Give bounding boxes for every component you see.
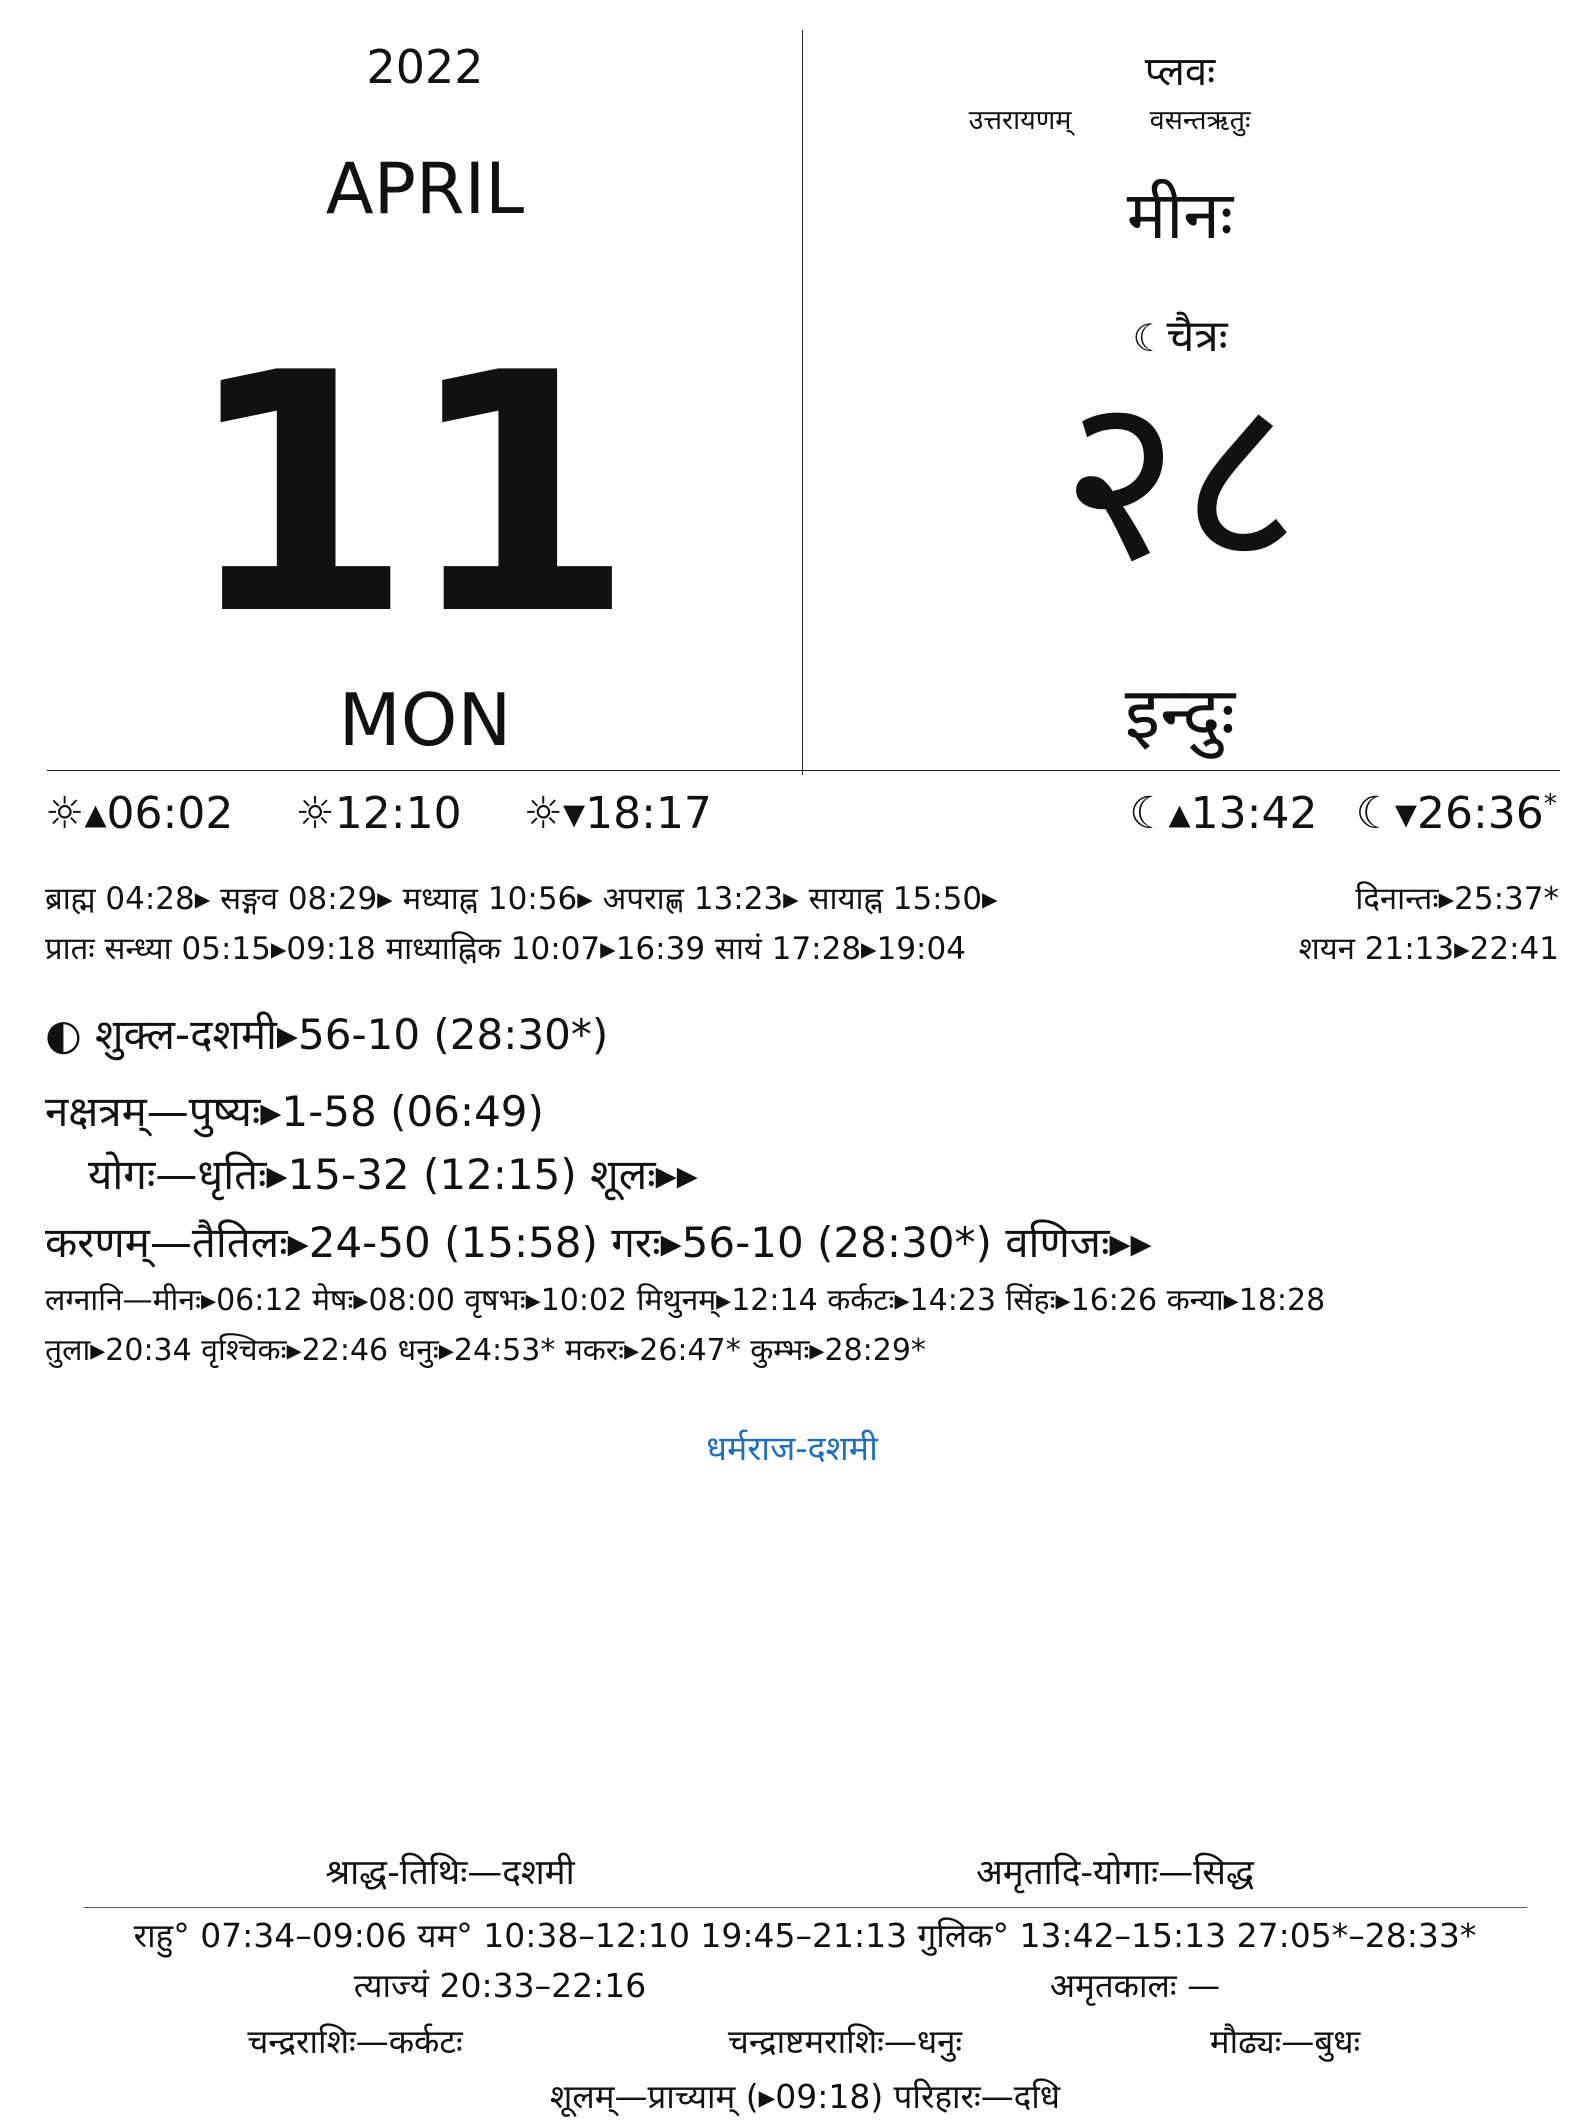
lagna-line-2: तुला▸20:34 वृश्चिकः▸22:46 धनुः▸24:53* मक… xyxy=(45,1333,926,1368)
gregorian-month: APRIL xyxy=(325,148,525,230)
vara: इन्दुः xyxy=(1124,671,1236,755)
gregorian-day: 11 xyxy=(183,303,634,687)
next-day-mark: * xyxy=(1543,788,1557,820)
ayana: उत्तरायणम् xyxy=(968,105,1072,136)
shulam: शूलम्—प्राच्याम् (▸09:18) परिहारः—दधि xyxy=(549,2077,1061,2116)
nakshatra-line: नक्षत्रम्—पुष्यः▸1-58 (06:49) xyxy=(45,1087,544,1136)
amritakala: अमृतकालः — xyxy=(1049,1966,1221,2005)
sandhya-times: प्रातः सन्ध्या 05:15▸09:18 माध्याह्निक 1… xyxy=(45,931,966,967)
yoga-line: योगः—धृतिः▸15-32 (12:15) शूलः▸▸ xyxy=(88,1150,698,1199)
dinanta-time: दिनान्तः▸25:37* xyxy=(1355,881,1559,917)
day-divisions: ब्राह्म 04:28▸ सङ्गव 08:29▸ मध्याह्न 10:… xyxy=(45,881,998,917)
samvatsara: प्लवः xyxy=(1144,49,1216,95)
solar-day-number: २८ xyxy=(1060,346,1300,613)
solar-noon-time: ☼12:10 xyxy=(295,788,462,839)
sunset-time: ☼▾18:17 xyxy=(523,788,712,839)
gregorian-year: 2022 xyxy=(366,40,484,94)
festival-link[interactable]: धर्मराज-दशमी xyxy=(706,1424,878,1470)
moonset-value: ☾▾26:36 xyxy=(1355,788,1544,839)
maudhya: मौढ्यः—बुधः xyxy=(1209,2022,1361,2061)
rahu-yama-gulika: राहु° 07:34–09:06 यम° 10:38–12:10 19:45–… xyxy=(133,1916,1477,1955)
tithi-line: ◐ शुक्ल-दशमी▸56-10 (28:30*) xyxy=(45,1010,609,1059)
footer-divider xyxy=(84,1907,1527,1908)
solar-rashi: मीनः xyxy=(1126,177,1234,254)
chandrashtama-rashi: चन्द्राष्टमराशिः—धनुः xyxy=(727,2022,963,2061)
sunrise-time: ☼▴06:02 xyxy=(45,788,234,839)
horizontal-divider xyxy=(47,770,1560,771)
moonset-time: ☾▾26:36* xyxy=(1355,788,1557,839)
karana-line: करणम्—तैतिलः▸24-50 (15:58) गरः▸56-10 (28… xyxy=(45,1218,1152,1267)
lagna-line-1: लग्नानि—मीनः▸06:12 मेषः▸08:00 वृषभः▸10:0… xyxy=(45,1283,1326,1318)
shraddha-tithi: श्राद्ध-तिथिः—दशमी xyxy=(325,1853,575,1893)
amritadi-yoga: अमृतादि-योगाः—सिद्ध xyxy=(976,1853,1254,1893)
rtu: वसन्तऋतुः xyxy=(1149,105,1251,136)
vertical-divider xyxy=(802,30,803,775)
gregorian-weekday: MON xyxy=(338,678,512,762)
shayana-time: शयन 21:13▸22:41 xyxy=(1298,931,1559,967)
tyajyam: त्याज्यं 20:33–22:16 xyxy=(353,1966,647,2005)
chandra-rashi: चन्द्रराशिः—कर्कटः xyxy=(247,2022,463,2061)
sun-times: ☼▴06:02 ☼12:10 ☼▾18:17 xyxy=(45,788,760,839)
moon-times: ☾▴13:42 ☾▾26:36* xyxy=(1105,788,1557,839)
moonrise-time: ☾▴13:42 xyxy=(1129,788,1318,839)
